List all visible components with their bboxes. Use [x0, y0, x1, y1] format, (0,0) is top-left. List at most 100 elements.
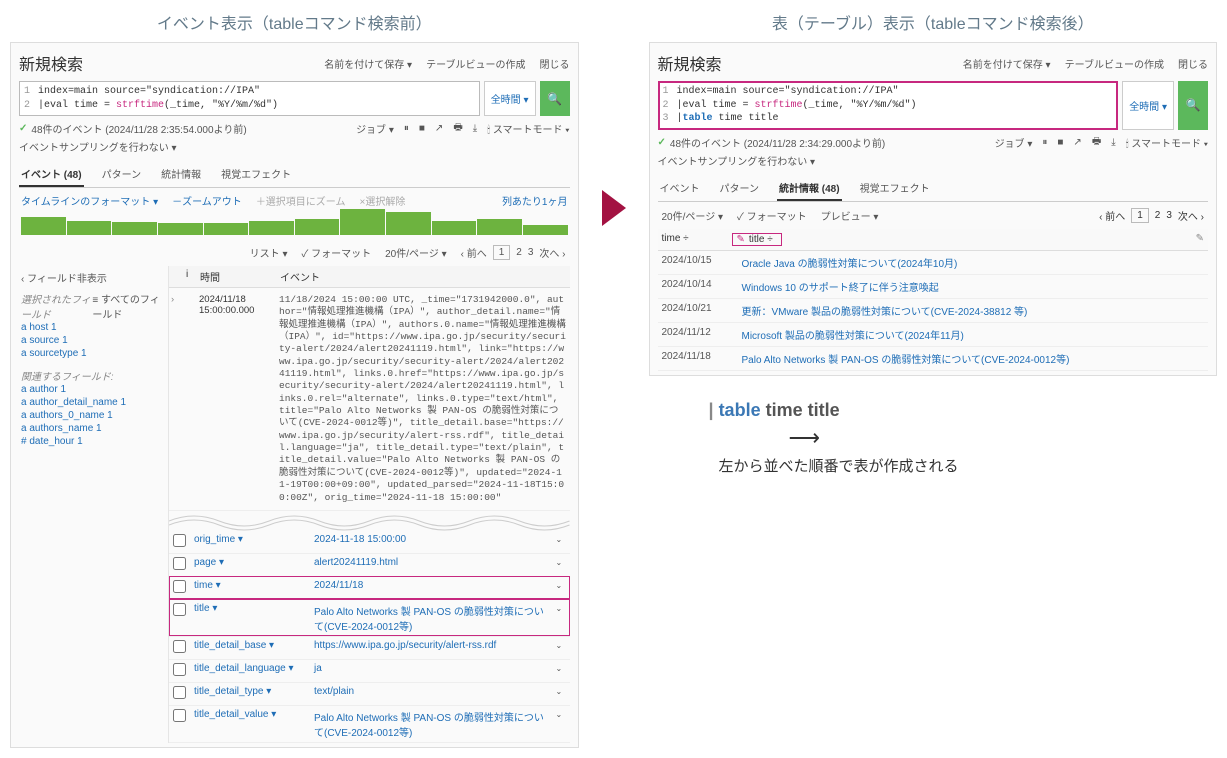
close-button[interactable]: 閉じる [1178, 56, 1208, 71]
chevron-down-icon[interactable]: ⌄ [552, 599, 570, 636]
event-row[interactable]: › 2024/11/1815:00:00.000 11/18/2024 15:0… [169, 288, 570, 511]
timeline-bar[interactable] [523, 225, 568, 235]
tab-visualization[interactable]: 視覚エフェクト [219, 162, 293, 187]
pager-page-1[interactable]: 1 [493, 245, 511, 260]
timeline-format[interactable]: タイムラインのフォーマット ▾ [21, 193, 158, 208]
pager-next[interactable]: 次へ › [1178, 208, 1204, 223]
field-key[interactable]: page ▾ [190, 553, 310, 576]
stop-icon[interactable]: ■ [1057, 137, 1063, 148]
all-fields[interactable]: ≡ すべてのフィールド [92, 291, 162, 321]
sampling-toggle[interactable]: イベントサンプリングを行わない ▾ [19, 139, 570, 158]
pager-prev[interactable]: ‹ 前へ [461, 245, 487, 260]
close-button[interactable]: 閉じる [540, 56, 570, 71]
field-row[interactable]: title_detail_type ▾text/plain⌄ [169, 682, 570, 705]
table-row[interactable]: 2024/10/15Oracle Java の脆弱性対策について(2024年10… [658, 251, 1209, 275]
export-icon[interactable]: ⤓ [473, 123, 477, 134]
chevron-down-icon[interactable]: ⌄ [552, 553, 570, 576]
pager-page-3[interactable]: 3 [528, 247, 534, 258]
field-key[interactable]: title_detail_language ▾ [190, 659, 310, 682]
pager-next[interactable]: 次へ › [539, 245, 565, 260]
job-menu[interactable]: ジョブ ▾ [995, 135, 1033, 150]
timeline-bar[interactable] [477, 219, 522, 235]
tab-events[interactable]: イベント [658, 176, 702, 201]
print-icon[interactable]: 🖶 [1092, 134, 1101, 151]
pager-page-3[interactable]: 3 [1166, 210, 1172, 221]
col-title[interactable]: title ÷ [749, 234, 773, 245]
timeline-bar[interactable] [249, 221, 294, 235]
preview-toggle[interactable]: プレビュー ▾ [821, 208, 879, 223]
field-key[interactable]: title_detail_base ▾ [190, 636, 310, 659]
field-checkbox[interactable] [173, 709, 186, 722]
field-row[interactable]: title_detail_value ▾Palo Alto Networks 製… [169, 705, 570, 742]
format-toggle[interactable]: ✓ フォーマット [301, 245, 371, 260]
field-key[interactable]: orig_time ▾ [190, 531, 310, 554]
pause-icon[interactable]: ⏸ [1042, 137, 1047, 148]
chevron-right-icon[interactable]: › [169, 292, 183, 506]
tab-visualization[interactable]: 視覚エフェクト [858, 176, 932, 201]
tab-patterns[interactable]: パターン [100, 162, 144, 187]
field-row[interactable]: title ▾Palo Alto Networks 製 PAN-OS の脆弱性対… [169, 599, 570, 636]
timeline-chart[interactable] [19, 213, 570, 239]
search-button[interactable]: 🔍 [1178, 81, 1208, 130]
field-row[interactable]: title_detail_language ▾ja⌄ [169, 659, 570, 682]
field-key[interactable]: title_detail_value ▾ [190, 705, 310, 742]
sampling-toggle[interactable]: イベントサンプリングを行わない ▾ [658, 153, 1209, 172]
tab-statistics[interactable]: 統計情報 (48) [777, 176, 842, 201]
table-row[interactable]: 2024/11/18Palo Alto Networks 製 PAN-OS の脆… [658, 347, 1209, 371]
field-link[interactable]: a sourcetype 1 [21, 347, 162, 360]
zoom-out[interactable]: －ズームアウト [172, 193, 242, 208]
tab-events[interactable]: イベント (48) [19, 162, 84, 187]
chevron-down-icon[interactable]: ⌄ [552, 531, 570, 554]
field-checkbox[interactable] [173, 580, 186, 593]
create-table-view[interactable]: テーブルビューの作成 [1065, 56, 1164, 71]
timeline-bar[interactable] [295, 219, 340, 235]
list-view-toggle[interactable]: リスト ▾ [250, 245, 288, 260]
chevron-down-icon[interactable]: ⌄ [552, 682, 570, 705]
print-icon[interactable]: 🖶 [453, 120, 462, 137]
field-link[interactable]: a source 1 [21, 334, 162, 347]
pencil-icon[interactable]: ✎ [1196, 233, 1204, 246]
field-row[interactable]: title_detail_base ▾https://www.ipa.go.jp… [169, 636, 570, 659]
timeline-bar[interactable] [340, 209, 385, 235]
field-key[interactable]: title_detail_type ▾ [190, 682, 310, 705]
pager-page-2[interactable]: 2 [1155, 210, 1161, 221]
field-checkbox[interactable] [173, 534, 186, 547]
chevron-down-icon[interactable]: ⌄ [552, 659, 570, 682]
smart-mode-toggle[interactable]: 🕯 スマートモード ▾ [1126, 135, 1208, 150]
table-row[interactable]: 2024/10/14Windows 10 のサポート終了に伴う注意喚起 [658, 275, 1209, 299]
field-key[interactable]: title ▾ [190, 599, 310, 636]
search-input-left[interactable]: 1index=main source="syndication://IPA" 2… [19, 81, 480, 116]
share-icon[interactable]: ↗ [1073, 137, 1081, 148]
hide-fields[interactable]: ‹ フィールド非表示 [21, 270, 107, 285]
export-icon[interactable]: ⤓ [1111, 137, 1115, 148]
field-checkbox[interactable] [173, 640, 186, 653]
field-link[interactable]: a author_detail_name 1 [21, 396, 162, 409]
col-time[interactable]: time ÷ [662, 233, 689, 244]
timeline-bar[interactable] [112, 222, 157, 235]
field-checkbox[interactable] [173, 663, 186, 676]
timeline-bar[interactable] [158, 223, 203, 235]
chevron-down-icon[interactable]: ⌄ [552, 705, 570, 742]
create-table-view[interactable]: テーブルビューの作成 [426, 56, 525, 71]
table-row[interactable]: 2024/11/12Microsoft 製品の脆弱性対策について(2024年11… [658, 323, 1209, 347]
timeline-bar[interactable] [386, 212, 431, 235]
timeline-bar[interactable] [67, 221, 112, 235]
timeline-bar[interactable] [432, 221, 477, 235]
job-menu[interactable]: ジョブ ▾ [356, 121, 394, 136]
field-link[interactable]: a host 1 [21, 321, 162, 334]
pager-prev[interactable]: ‹ 前へ [1099, 208, 1125, 223]
field-link[interactable]: a authors_name 1 [21, 422, 162, 435]
field-checkbox[interactable] [173, 686, 186, 699]
chevron-down-icon[interactable]: ⌄ [552, 636, 570, 659]
timeline-bar[interactable] [204, 223, 249, 235]
pager-page-1[interactable]: 1 [1131, 208, 1149, 223]
search-input-right[interactable]: 1index=main source="syndication://IPA" 2… [658, 81, 1119, 130]
field-link[interactable]: a author 1 [21, 383, 162, 396]
timeline-bar[interactable] [21, 217, 66, 235]
pause-icon[interactable]: ⏸ [404, 123, 409, 134]
per-page-select[interactable]: 20件/ページ ▾ [385, 245, 447, 260]
field-row[interactable]: page ▾alert20241119.html⌄ [169, 553, 570, 576]
stop-icon[interactable]: ■ [419, 123, 425, 134]
per-page-select[interactable]: 20件/ページ ▾ [662, 208, 724, 223]
field-link[interactable]: # date_hour 1 [21, 435, 162, 448]
